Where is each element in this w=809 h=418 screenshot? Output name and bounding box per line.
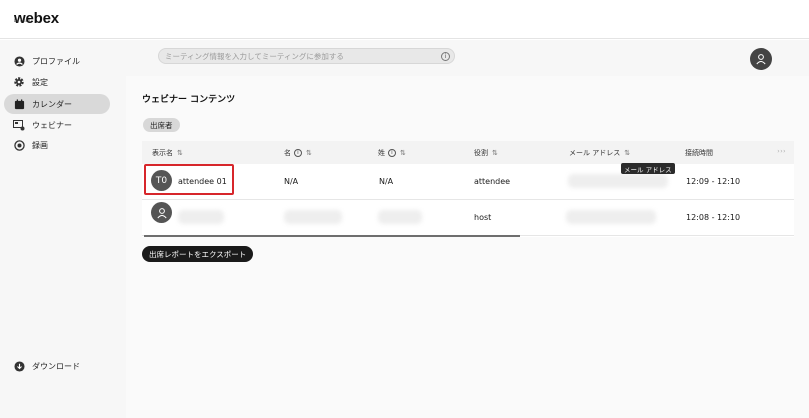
recording-icon [13,139,25,151]
download-icon [13,360,25,372]
column-last-name[interactable]: 姓 i ⇅ [378,148,406,158]
first-name-redacted [284,210,342,224]
user-icon [756,54,766,65]
highlight-box [144,164,234,195]
sidebar-item-calendar[interactable]: カレンダー [4,94,110,114]
search-placeholder: ミーティング情報を入力してミーティングに参加する [165,52,344,61]
last-name-cell: N/A [379,177,394,186]
column-email[interactable]: メール アドレス ⇅ [569,148,630,158]
sort-icon[interactable]: ⇅ [306,149,312,157]
sidebar-item-label: プロファイル [32,56,80,66]
sidebar-item-profile[interactable]: プロファイル [4,51,110,71]
attendee-table: 表示名 ⇅ 名 i ⇅ 姓 i ⇅ 役割 ⇅ メール アドレス ⇅ 接続時間 ››› T0 a… [142,141,794,237]
table-row[interactable]: host 12:08 - 12:10 [142,200,794,236]
info-icon[interactable]: i [388,149,396,157]
sort-icon[interactable]: ⇅ [400,149,406,157]
sidebar-item-label: カレンダー [32,99,72,109]
tab-attendees[interactable]: 出席者 [143,118,180,132]
sidebar-item-webinar[interactable]: ウェビナー [4,115,110,135]
email-cell-redacted [566,210,656,224]
sort-icon[interactable]: ⇅ [492,149,498,157]
info-icon[interactable]: i [441,52,450,61]
role-cell: host [474,213,492,222]
table-header: 表示名 ⇅ 名 i ⇅ 姓 i ⇅ 役割 ⇅ メール アドレス ⇅ 接続時間 ››› [142,141,794,164]
sidebar-item-label: ウェビナー [32,120,72,130]
sidebar-item-label: 録画 [32,140,48,150]
calendar-icon [13,98,25,110]
join-meeting-search-input[interactable]: ミーティング情報を入力してミーティングに参加する i [158,48,455,64]
last-name-redacted [378,210,422,224]
sidebar-item-label: 設定 [32,77,48,87]
table-row[interactable]: T0 attendee 01 N/A N/A attendee 12:09 - … [142,164,794,200]
display-name-redacted [178,210,224,224]
webinar-icon [13,119,25,131]
column-role[interactable]: 役割 ⇅ [474,148,498,158]
avatar [151,202,172,223]
sort-icon[interactable]: ⇅ [177,149,183,157]
download-link[interactable]: ダウンロード [4,357,80,375]
more-columns-icon[interactable]: ››› [777,148,786,155]
column-display-name[interactable]: 表示名 ⇅ [152,148,183,158]
column-connection-time[interactable]: 接続時間 [685,148,713,158]
sort-icon[interactable]: ⇅ [624,149,630,157]
time-cell: 12:08 - 12:10 [686,213,741,222]
top-bar: webex by cisco [0,0,809,39]
logo-subtitle: by cisco [14,18,31,23]
page-title: ウェビナー コンテンツ [142,95,236,105]
user-icon [156,207,167,218]
gear-icon [13,76,25,88]
email-tooltip: メール アドレス [621,163,675,174]
download-label: ダウンロード [32,361,80,371]
column-first-name[interactable]: 名 i ⇅ [284,148,312,158]
info-icon[interactable]: i [294,149,302,157]
email-cell-redacted [568,174,668,188]
sidebar-item-recordings[interactable]: 録画 [4,135,110,155]
time-cell: 12:09 - 12:10 [686,177,741,186]
header: ミーティング情報を入力してミーティングに参加する i [126,40,809,76]
user-avatar[interactable] [750,48,772,70]
export-attendance-report-button[interactable]: 出席レポートをエクスポート [142,246,254,262]
sidebar-item-settings[interactable]: 設定 [4,72,110,92]
first-name-cell: N/A [284,177,299,186]
profile-icon [13,55,25,67]
sidebar: プロファイル 設定 カレンダー ウェビナー 録画 ダウンロード [0,40,126,418]
role-cell: attendee [474,177,511,186]
horizontal-scrollbar[interactable] [144,235,520,237]
